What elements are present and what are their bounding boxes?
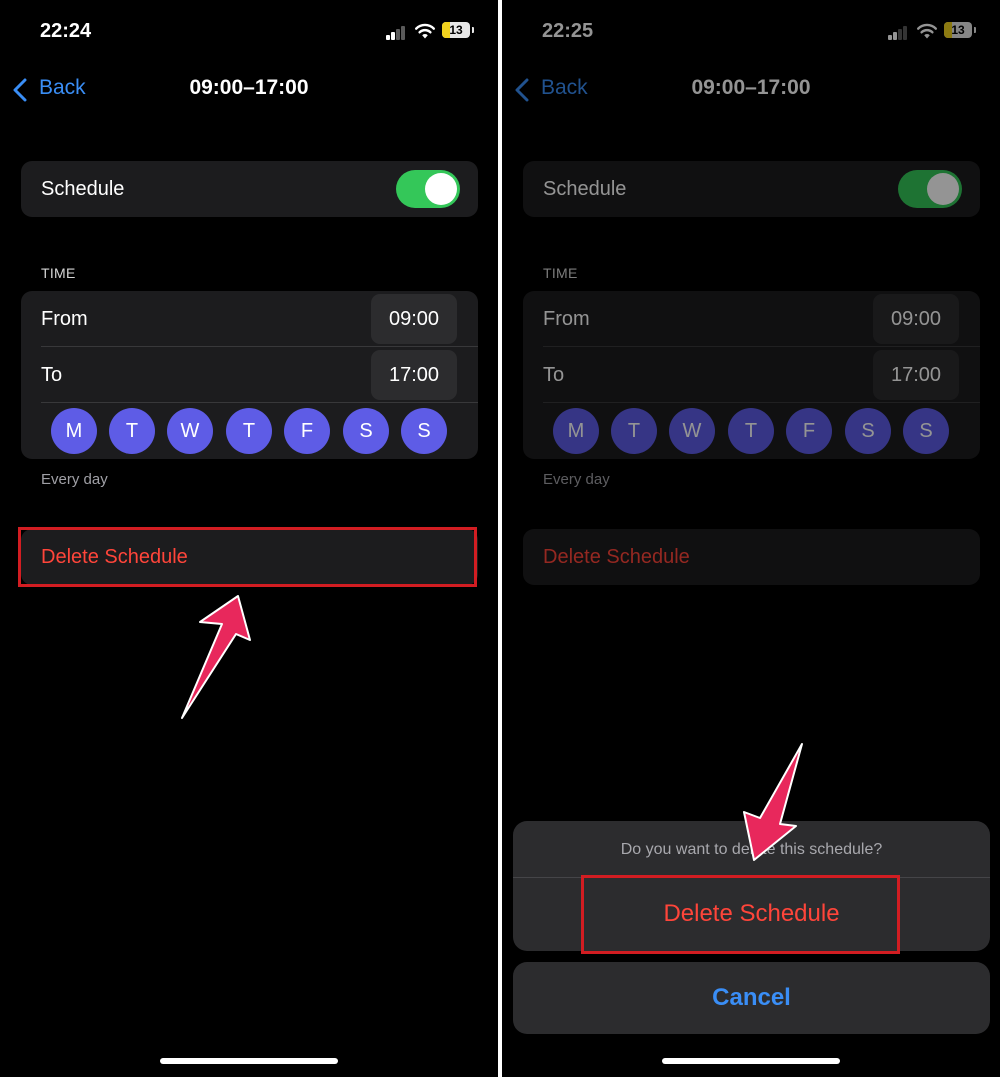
battery-level: 13 xyxy=(449,23,463,37)
highlight-box xyxy=(581,875,900,954)
divider xyxy=(41,346,478,347)
divider xyxy=(41,402,478,403)
screenshot-right: 22:25 13 Back 09:00–17:00 Schedule TIME … xyxy=(502,0,1000,1077)
time-section-header: TIME xyxy=(41,265,76,281)
status-time: 22:24 xyxy=(40,20,92,42)
to-time-picker[interactable]: 17:00 xyxy=(371,350,457,400)
page-title: 09:00–17:00 xyxy=(189,76,309,99)
screenshot-left: 22:24 13 Back 09:00–17:00 Schedule TIME … xyxy=(0,0,498,1077)
home-indicator xyxy=(160,1058,338,1064)
time-card: From 09:00 To 17:00 M T W T F S S xyxy=(21,291,478,459)
day-saturday[interactable]: S xyxy=(343,408,389,454)
wifi-icon xyxy=(415,23,435,39)
schedule-toggle[interactable] xyxy=(396,170,460,208)
from-time-picker[interactable]: 09:00 xyxy=(371,294,457,344)
schedule-card: Schedule xyxy=(21,161,478,217)
annotation-arrow-icon xyxy=(743,743,803,861)
battery-icon: 13 xyxy=(442,22,470,38)
signal-bar xyxy=(386,35,390,40)
status-icons: 13 xyxy=(386,22,476,40)
day-tuesday[interactable]: T xyxy=(109,408,155,454)
to-label: To xyxy=(41,364,63,386)
day-wednesday[interactable]: W xyxy=(167,408,213,454)
signal-bar xyxy=(391,32,395,40)
home-indicator xyxy=(662,1058,840,1064)
from-label: From xyxy=(41,308,88,330)
day-sunday[interactable]: S xyxy=(401,408,447,454)
repeat-summary: Every day xyxy=(41,471,108,488)
schedule-label: Schedule xyxy=(41,178,125,200)
day-monday[interactable]: M xyxy=(51,408,97,454)
annotation-arrow-icon xyxy=(181,595,251,719)
day-friday[interactable]: F xyxy=(284,408,330,454)
day-thursday[interactable]: T xyxy=(226,408,272,454)
signal-bar xyxy=(396,29,400,40)
highlight-box xyxy=(18,527,477,587)
cancel-button[interactable]: Cancel xyxy=(513,962,990,1034)
toggle-knob xyxy=(425,173,457,205)
signal-bar xyxy=(401,26,405,40)
